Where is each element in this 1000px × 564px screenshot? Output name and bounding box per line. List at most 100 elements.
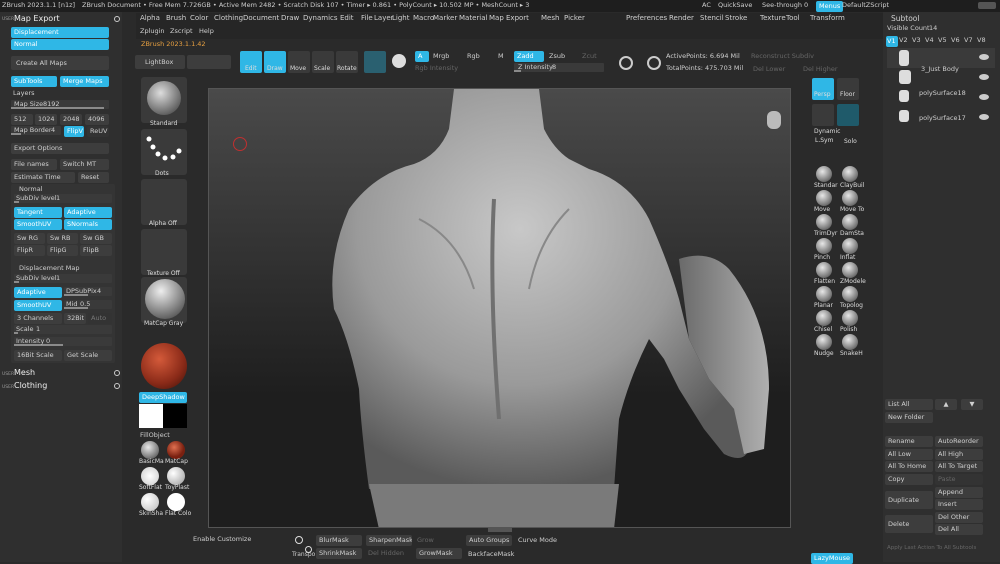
shrinkmask-button[interactable]: ShrinkMask bbox=[316, 548, 362, 559]
menu-dynamics[interactable]: Dynamics bbox=[303, 14, 338, 22]
brush-standar-icon[interactable] bbox=[816, 166, 832, 182]
auto-button[interactable]: Auto bbox=[88, 313, 112, 324]
lsym-button[interactable] bbox=[812, 104, 834, 126]
sharpenmask-button[interactable]: SharpenMask bbox=[366, 535, 412, 546]
autoreorder-button[interactable]: AutoReorder bbox=[935, 436, 983, 447]
swrb-button[interactable]: Sw RB bbox=[47, 233, 78, 244]
lazymouse-button[interactable]: LazyMouse bbox=[811, 553, 853, 564]
file-names-button[interactable]: File names bbox=[11, 159, 57, 170]
mat-basic-icon[interactable] bbox=[141, 441, 159, 459]
apply-last-action-button[interactable]: Apply Last Action To All Subtools bbox=[887, 544, 976, 553]
brush-nudge-icon[interactable] bbox=[816, 334, 832, 350]
swrg-button[interactable]: Sw RG bbox=[14, 233, 45, 244]
eye-icon[interactable] bbox=[979, 74, 989, 80]
brush-zmodele-icon[interactable] bbox=[842, 262, 858, 278]
brush-chisel-icon[interactable] bbox=[816, 310, 832, 326]
live-boolean-button[interactable] bbox=[187, 55, 231, 69]
flipb-button[interactable]: FlipB bbox=[80, 245, 112, 256]
adaptive-button[interactable]: Adaptive bbox=[64, 207, 112, 218]
menu-macro[interactable]: Macro bbox=[413, 14, 434, 22]
version-v4[interactable]: V4 bbox=[925, 36, 934, 45]
size-4096[interactable]: 4096 bbox=[85, 114, 109, 125]
enable-customize-button[interactable]: Enable Customize bbox=[193, 535, 251, 544]
menu-alpha[interactable]: Alpha bbox=[140, 14, 160, 22]
map-border-slider[interactable]: Map Border 4 bbox=[11, 126, 61, 135]
append-button[interactable]: Append bbox=[935, 487, 983, 498]
menu-map-export[interactable]: Map Export bbox=[489, 14, 529, 22]
rgb-intensity-label[interactable]: Rgb Intensity bbox=[415, 64, 458, 73]
rotate-button[interactable]: Rotate bbox=[336, 51, 358, 73]
menu-file[interactable]: File bbox=[361, 14, 373, 22]
brush-damsta-icon[interactable] bbox=[842, 214, 858, 230]
menu-picker[interactable]: Picker bbox=[564, 14, 585, 22]
normal-subdiv-slider[interactable]: SubDiv level 1 bbox=[14, 194, 112, 203]
move-down-arrow-icon[interactable]: ▼ bbox=[961, 399, 983, 410]
brush-trimdyr-icon[interactable] bbox=[816, 214, 832, 230]
zadd-button[interactable]: Zadd bbox=[514, 51, 544, 62]
blurmask-button[interactable]: BlurMask bbox=[316, 535, 362, 546]
material-thumb[interactable] bbox=[141, 277, 187, 323]
version-v8[interactable]: V8 bbox=[977, 36, 986, 45]
m-button[interactable]: M bbox=[498, 52, 504, 61]
menu-zscript[interactable]: Zscript bbox=[170, 27, 193, 36]
fillobject-button[interactable]: FillObject bbox=[140, 431, 170, 440]
menu-tool[interactable]: Tool bbox=[786, 14, 800, 22]
flipr-button[interactable]: FlipR bbox=[14, 245, 45, 256]
disp-smoothuv-button[interactable]: SmoothUV bbox=[14, 300, 62, 311]
transpose-label[interactable]: Transpo bbox=[292, 550, 315, 559]
brush-planar-icon[interactable] bbox=[816, 286, 832, 302]
estimate-time-button[interactable]: Estimate Time bbox=[11, 172, 75, 183]
version-v6[interactable]: V6 bbox=[951, 36, 960, 45]
del-all-button[interactable]: Del All bbox=[935, 524, 983, 535]
brush-snakeh-icon[interactable] bbox=[842, 334, 858, 350]
subtool-title[interactable]: Subtool bbox=[891, 14, 919, 23]
solo-toggle[interactable] bbox=[837, 104, 859, 126]
three-channels-button[interactable]: 3 Channels bbox=[14, 313, 62, 324]
merge-maps-button[interactable]: Merge Maps bbox=[60, 76, 109, 87]
menu-render[interactable]: Render bbox=[669, 14, 694, 22]
draw-size-icon[interactable] bbox=[619, 56, 633, 70]
document-canvas[interactable] bbox=[208, 88, 791, 528]
z-intensity-slider[interactable]: Z Intensity 8 bbox=[514, 63, 604, 72]
normal-button[interactable]: Normal bbox=[11, 39, 109, 50]
mesh-settings-icon[interactable] bbox=[114, 370, 120, 376]
mesh-panel-title[interactable]: Mesh bbox=[14, 368, 35, 377]
floor-button[interactable]: Floor bbox=[837, 78, 859, 100]
panel-settings-icon[interactable] bbox=[114, 16, 120, 22]
curve-mode-button[interactable]: Curve Mode bbox=[518, 536, 557, 545]
move-button[interactable]: Move bbox=[288, 51, 310, 73]
insert-button[interactable]: Insert bbox=[935, 499, 983, 510]
a-toggle[interactable]: A bbox=[415, 51, 429, 62]
auto-groups-button[interactable]: Auto Groups bbox=[466, 535, 512, 546]
lightbox-button[interactable]: LightBox bbox=[135, 55, 185, 69]
stroke-dots-thumb[interactable] bbox=[141, 129, 187, 175]
reuv-button[interactable]: ReUV bbox=[87, 126, 109, 137]
menu-transform[interactable]: Transform bbox=[810, 14, 845, 22]
reconstruct-subdiv-button[interactable]: Reconstruct Subdiv bbox=[751, 52, 814, 61]
menu-stencil[interactable]: Stencil bbox=[700, 14, 724, 22]
menu-edit[interactable]: Edit bbox=[340, 14, 354, 22]
export-options-button[interactable]: Export Options bbox=[11, 143, 109, 154]
subtool-row[interactable]: polySurface18 bbox=[887, 88, 995, 108]
eye-icon[interactable] bbox=[979, 54, 989, 60]
del-higher-button[interactable]: Del Higher bbox=[803, 65, 838, 74]
menu-layer[interactable]: Layer bbox=[374, 14, 394, 22]
subtool-row[interactable]: polySurface17 bbox=[887, 108, 995, 128]
mat-flatcolor-icon[interactable] bbox=[167, 493, 185, 511]
menu-clothing[interactable]: Clothing bbox=[214, 14, 243, 22]
growmask-button[interactable]: GrowMask bbox=[416, 548, 462, 559]
snormals-button[interactable]: SNormals bbox=[64, 219, 112, 230]
map-size-slider[interactable]: Map Size 8192 bbox=[11, 100, 109, 109]
size-1024[interactable]: 1024 bbox=[35, 114, 57, 125]
version-v2[interactable]: V2 bbox=[899, 36, 908, 45]
brush-pinch-icon[interactable] bbox=[816, 238, 832, 254]
menus-button[interactable]: Menus bbox=[816, 1, 844, 12]
menu-marker[interactable]: Marker bbox=[433, 14, 457, 22]
version-v1[interactable]: V1 bbox=[886, 36, 898, 47]
bits16-scale-button[interactable]: 16Bit Scale bbox=[14, 350, 62, 361]
quicksave-button[interactable]: QuickSave bbox=[718, 1, 752, 10]
version-v5[interactable]: V5 bbox=[938, 36, 947, 45]
smoothuv-button[interactable]: SmoothUV bbox=[14, 219, 62, 230]
scale-button[interactable]: Scale bbox=[312, 51, 334, 73]
scale-slider[interactable]: Scale 1 bbox=[14, 325, 112, 334]
